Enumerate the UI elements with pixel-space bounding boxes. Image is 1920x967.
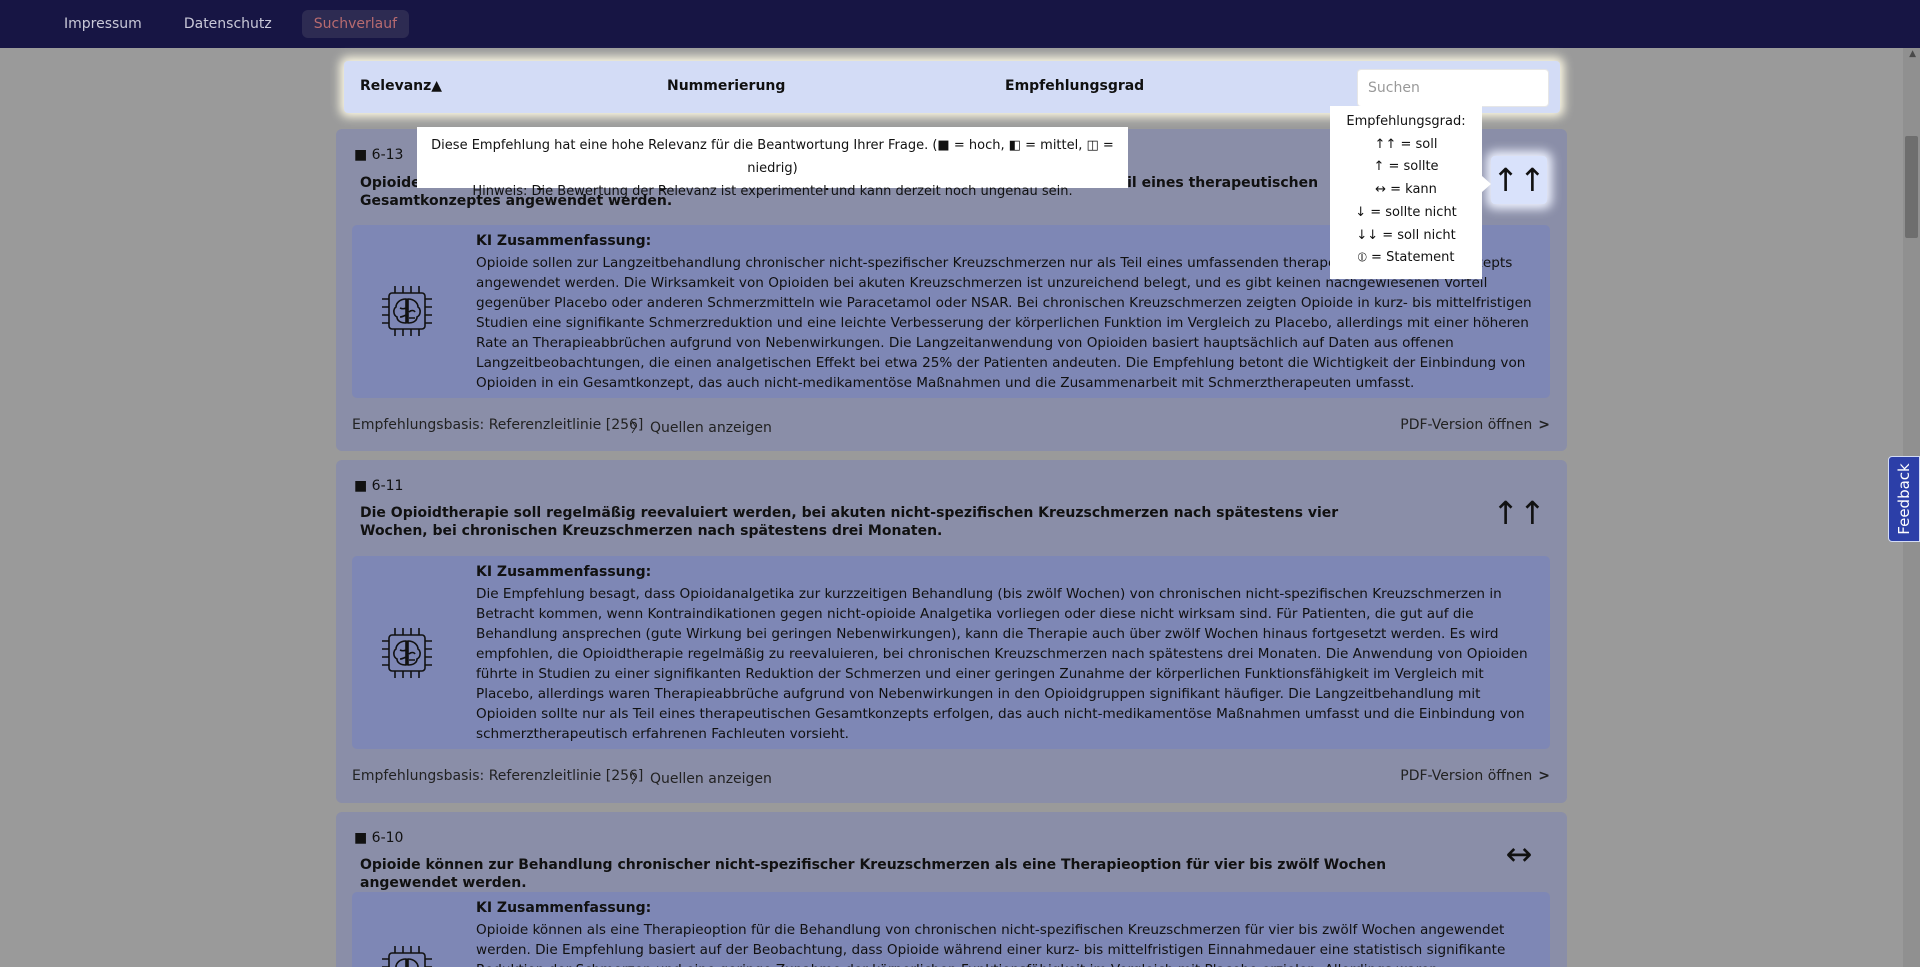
- open-pdf-link[interactable]: PDF-Version öffnen >: [1400, 768, 1550, 784]
- open-pdf-label: PDF-Version öffnen: [1400, 768, 1533, 784]
- tooltip-arrow: [1482, 176, 1491, 192]
- grade-legend-item: ↑↑ = soll: [1374, 136, 1438, 152]
- grade-legend-item: ↑ = sollte: [1373, 159, 1439, 175]
- feedback-button[interactable]: Feedback: [1888, 456, 1920, 542]
- scrollbar-thumb[interactable]: [1905, 136, 1918, 238]
- ai-brain-icon: [382, 946, 432, 967]
- card-title: Opioide können zur Behandlung chronische…: [360, 857, 1387, 891]
- show-sources-link[interactable]: 〉 Quellen anzeigen: [631, 768, 772, 787]
- grade-legend-item: ⦶ = Statement: [1357, 250, 1455, 266]
- nav-impressum[interactable]: Impressum: [52, 10, 154, 38]
- nav-suchverlauf[interactable]: Suchverlauf: [301, 10, 410, 38]
- chevron-right-icon: 〉: [631, 421, 645, 436]
- summary-heading: KI Zusammenfassung:: [476, 564, 652, 580]
- show-sources-label: Quellen anzeigen: [650, 771, 772, 787]
- ai-summary: KI Zusammenfassung: Die Empfehlung besag…: [352, 556, 1550, 749]
- grade-legend-item: ↓↓ = soll nicht: [1356, 227, 1456, 243]
- card-title: Die Opioidtherapie soll regelmäßig reeva…: [360, 505, 1339, 539]
- feedback-label: Feedback: [1895, 463, 1913, 535]
- grade-legend-tooltip: Empfehlungsgrad: ↑↑ = soll ↑ = sollte ↔ …: [1330, 106, 1482, 279]
- open-pdf-link[interactable]: PDF-Version öffnen >: [1400, 417, 1550, 433]
- ai-summary: KI Zusammenfassung: Opioide können als e…: [352, 892, 1550, 967]
- relevance-tooltip-line1: Diese Empfehlung hat eine hohe Relevanz …: [431, 138, 1114, 176]
- chevron-right-icon: >: [1538, 768, 1550, 784]
- recommendation-card: ■ 6-11 Die Opioidtherapie soll regelmäßi…: [336, 460, 1567, 803]
- chevron-right-icon: 〉: [631, 772, 645, 787]
- grade-legend-item: ↔ = kann: [1375, 182, 1437, 198]
- grade-legend-item: ↓ = sollte nicht: [1355, 204, 1457, 220]
- show-sources-link[interactable]: 〉 Quellen anzeigen: [631, 417, 772, 436]
- top-nav: Impressum Datenschutz Suchverlauf: [0, 0, 1920, 48]
- chevron-right-icon: >: [1538, 417, 1550, 433]
- search-input[interactable]: [1357, 69, 1549, 107]
- summary-heading: KI Zusammenfassung:: [476, 900, 652, 916]
- ai-brain-icon: [382, 628, 432, 678]
- grade-arrow[interactable]: ↔: [1491, 830, 1547, 878]
- grade-arrow[interactable]: ↑↑: [1491, 489, 1547, 537]
- summary-text: Die Empfehlung besagt, dass Opioidanalge…: [476, 586, 1528, 742]
- card-number: ■ 6-10: [354, 830, 404, 846]
- show-sources-label: Quellen anzeigen: [650, 420, 772, 436]
- recommendation-card: ■ 6-10 Opioide können zur Behandlung chr…: [336, 812, 1567, 967]
- grade-arrow[interactable]: ↑↑: [1491, 156, 1547, 204]
- scroll-up-icon[interactable]: ▲: [1909, 49, 1916, 59]
- recommendation-basis: Empfehlungsbasis: Referenzleitlinie [256…: [352, 417, 644, 433]
- sort-nummerierung[interactable]: Nummerierung: [667, 78, 785, 94]
- ai-brain-icon: [382, 286, 432, 336]
- card-footer: Empfehlungsbasis: Referenzleitlinie [256…: [352, 417, 1550, 437]
- card-number: ■ 6-13: [354, 147, 404, 163]
- card-number: ■ 6-11: [354, 478, 404, 494]
- open-pdf-label: PDF-Version öffnen: [1400, 417, 1533, 433]
- grade-legend-title: Empfehlungsgrad:: [1346, 114, 1466, 129]
- sort-empfehlungsgrad[interactable]: Empfehlungsgrad: [1005, 78, 1144, 94]
- relevance-tooltip: Diese Empfehlung hat eine hohe Relevanz …: [417, 127, 1128, 199]
- summary-heading: KI Zusammenfassung:: [476, 233, 652, 249]
- card-footer: Empfehlungsbasis: Referenzleitlinie [256…: [352, 768, 1550, 788]
- relevance-tooltip-line2: Hinweis: Die Bewertung der Relevanz ist …: [472, 184, 1073, 199]
- sort-relevanz[interactable]: Relevanz▲: [360, 78, 442, 94]
- nav-datenschutz[interactable]: Datenschutz: [172, 10, 284, 38]
- summary-text: Opioide können als eine Therapieoption f…: [476, 922, 1506, 967]
- recommendation-basis: Empfehlungsbasis: Referenzleitlinie [256…: [352, 768, 644, 784]
